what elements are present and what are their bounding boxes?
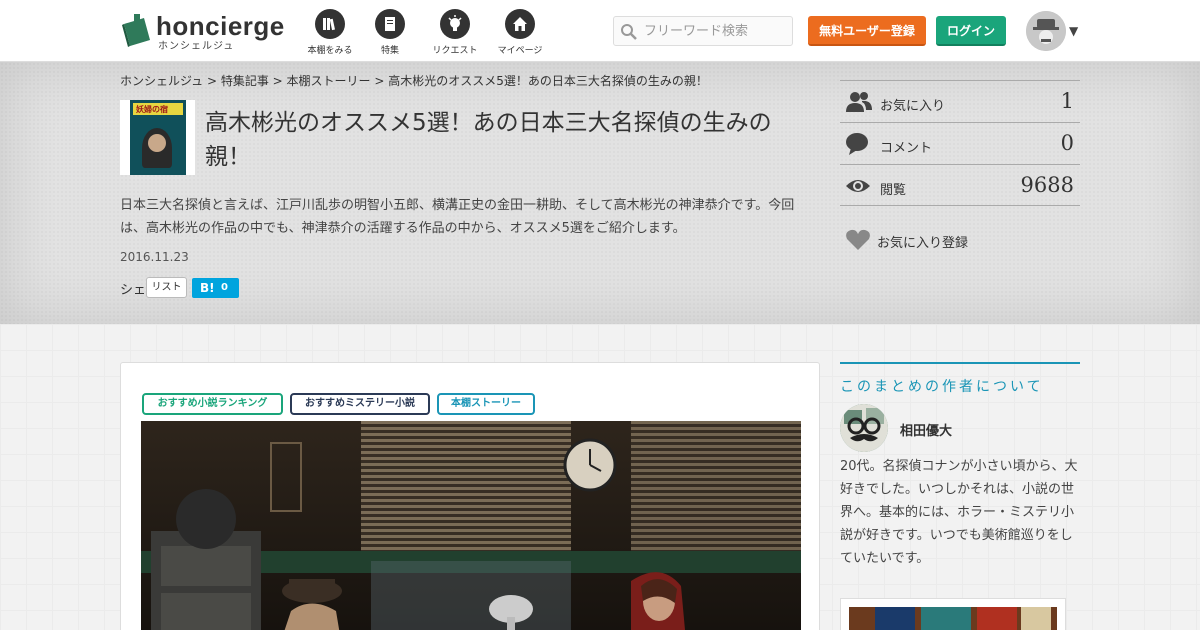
nav-label: リクエスト <box>432 46 478 56</box>
article-date: 2016.11.23 <box>120 250 189 264</box>
hatena-bookmark-button[interactable]: B! 0 <box>192 278 239 298</box>
logo-text: honcierge <box>156 11 285 41</box>
home-icon <box>505 9 535 39</box>
heart-icon <box>846 229 870 250</box>
stat-label: 閲覧 <box>880 183 907 198</box>
search-box <box>613 16 793 46</box>
nav-mypage[interactable]: マイページ <box>490 8 550 56</box>
stat-label: コメント <box>880 141 933 156</box>
site-logo[interactable]: honcierge ホンシェルジュ <box>120 12 290 52</box>
hatena-icon: B! <box>200 281 215 295</box>
default-user-icon <box>1026 11 1066 51</box>
stat-favorites: お気に入り 1 <box>840 80 1080 122</box>
related-book-1 <box>875 607 915 630</box>
share-label: シェ <box>120 283 147 298</box>
article-stats: お気に入り 1 コメント 0 閲覧 9688 <box>840 80 1080 206</box>
comment-icon <box>846 133 868 155</box>
article-hero: ホンシェルジュ > 特集記事 > 本棚ストーリー > 高木彬光のオススメ5選！あ… <box>0 62 1200 324</box>
chevron-down-icon[interactable]: ▼ <box>1069 24 1078 38</box>
related-book-2 <box>921 607 971 630</box>
tag-bookshelf-story[interactable]: 本棚ストーリー <box>437 393 535 415</box>
nav-label: 本棚をみる <box>307 46 353 56</box>
request-icon <box>440 9 470 39</box>
stat-value: 1 <box>1060 89 1074 113</box>
user-avatar[interactable] <box>1026 11 1066 51</box>
users-icon <box>846 92 872 112</box>
article-hero-image <box>141 421 801 630</box>
tag-mystery-novel[interactable]: おすすめミステリー小説 <box>290 393 430 415</box>
list-button[interactable]: リスト <box>146 277 187 298</box>
stat-comments: コメント 0 <box>840 122 1080 164</box>
article-title: 高木彬光のオススメ5選！あの日本三大名探偵の生みの親！ <box>205 110 772 170</box>
breadcrumb[interactable]: ホンシェルジュ > 特集記事 > 本棚ストーリー > 高木彬光のオススメ5選！あ… <box>120 72 708 89</box>
author-avatar[interactable] <box>840 404 888 452</box>
related-book-3 <box>977 607 1017 630</box>
book-thumbnail[interactable]: 妖婦の宿 <box>120 100 195 175</box>
register-button[interactable]: 無料ユーザー登録 <box>808 16 926 46</box>
article-description: 日本三大名探偵と言えば、江戸川乱歩の明智小五郎、横溝正史の金田一耕助、そして高木… <box>120 198 795 236</box>
nav-request[interactable]: リクエスト <box>425 8 485 56</box>
search-input[interactable] <box>644 19 789 43</box>
related-article-card[interactable] <box>840 598 1066 630</box>
book-icon <box>375 9 405 39</box>
logo-subtitle: ホンシェルジュ <box>158 41 235 52</box>
favorite-register-label: お気に入り登録 <box>877 236 969 251</box>
cover-title: 妖婦の宿 <box>136 105 168 114</box>
search-icon <box>621 24 637 40</box>
stat-views: 閲覧 9688 <box>840 164 1080 206</box>
related-book-4 <box>1021 607 1051 630</box>
stat-value: 9688 <box>1020 173 1074 197</box>
logo-book-icon <box>122 14 150 47</box>
favorite-register-button[interactable]: お気に入り登録 <box>845 228 1045 252</box>
author-avatar-image <box>840 404 888 452</box>
nav-label: 特集 <box>380 46 399 56</box>
nav-feature[interactable]: 特集 <box>360 8 420 56</box>
stat-value: 0 <box>1060 131 1074 155</box>
books-icon <box>315 9 345 39</box>
tag-novel-ranking[interactable]: おすすめ小説ランキング <box>142 393 283 415</box>
stat-label: お気に入り <box>880 99 946 114</box>
nav-bookshelf[interactable]: 本棚をみる <box>300 8 360 56</box>
book-cover: 妖婦の宿 <box>130 100 186 175</box>
article-card: おすすめ小説ランキング おすすめミステリー小説 本棚ストーリー <box>120 362 820 630</box>
cover-face <box>148 134 166 152</box>
detective-office-illustration <box>141 421 801 630</box>
top-header: honcierge ホンシェルジュ 本棚をみる 特集 リクエスト マイページ フ… <box>0 0 1200 62</box>
author-bio: 20代。名探偵コナンが小さい頃から、大好きでした。いつしかそれは、小説の世界へ。… <box>840 459 1078 566</box>
related-article-image <box>849 607 1057 630</box>
eye-icon <box>846 180 870 192</box>
login-button[interactable]: ログイン <box>936 16 1006 46</box>
author-name[interactable]: 相田優大 <box>900 420 952 439</box>
hatena-count: 0 <box>221 282 228 293</box>
author-section-heading: このまとめの作者について <box>840 362 1080 396</box>
nav-label: マイページ <box>497 46 543 56</box>
